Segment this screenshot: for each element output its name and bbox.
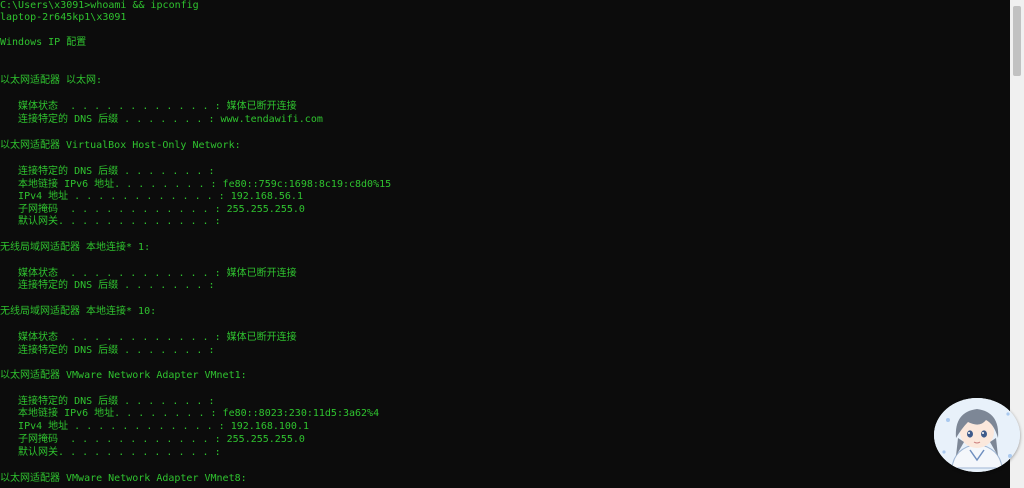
console-line: 默认网关. . . . . . . . . . . . . : <box>0 447 221 458</box>
console-line: 子网掩码 . . . . . . . . . . . . : 255.255.2… <box>0 434 305 445</box>
console-line: Windows IP 配置 <box>0 37 87 48</box>
console-line: 连接特定的 DNS 后缀 . . . . . . . : www.tendawi… <box>0 114 323 125</box>
scrollbar-thumb[interactable] <box>1013 6 1021 76</box>
console-line: 媒体状态 . . . . . . . . . . . . : 媒体已断开连接 <box>0 101 297 112</box>
console-line: 媒体状态 . . . . . . . . . . . . : 媒体已断开连接 <box>0 268 297 279</box>
console-line: C:\Users\x3091>whoami && ipconfig <box>0 0 199 11</box>
console-line: IPv4 地址 . . . . . . . . . . . . : 192.16… <box>0 421 309 432</box>
console-line: 本地链接 IPv6 地址. . . . . . . . : fe80::759c… <box>0 179 392 190</box>
console-line: IPv4 地址 . . . . . . . . . . . . : 192.16… <box>0 191 303 202</box>
console-line: 无线局域网适配器 本地连接* 1: <box>0 242 151 253</box>
console-line: laptop-2r645kp1\x3091 <box>0 12 127 23</box>
console-line: 本地链接 IPv6 地址. . . . . . . . : fe80::8023… <box>0 408 380 419</box>
console-line: 连接特定的 DNS 后缀 . . . . . . . : <box>0 396 215 407</box>
anime-avatar-icon[interactable] <box>934 398 1020 472</box>
console-line: 连接特定的 DNS 后缀 . . . . . . . : <box>0 280 215 291</box>
console-line: 媒体状态 . . . . . . . . . . . . : 媒体已断开连接 <box>0 332 297 343</box>
console-line: 子网掩码 . . . . . . . . . . . . : 255.255.2… <box>0 204 305 215</box>
console-line: 以太网适配器 VMware Network Adapter VMnet1: <box>0 370 247 381</box>
console-line: 以太网适配器 VirtualBox Host-Only Network: <box>0 140 241 151</box>
console-line: 无线局域网适配器 本地连接* 10: <box>0 306 157 317</box>
console-line: 以太网适配器 以太网: <box>0 75 103 86</box>
console-line: 连接特定的 DNS 后缀 . . . . . . . : <box>0 345 215 356</box>
console-line: 以太网适配器 VMware Network Adapter VMnet8: <box>0 473 247 484</box>
console-output[interactable]: C:\Users\x3091>whoami && ipconfig laptop… <box>0 0 1010 488</box>
console-line: 默认网关. . . . . . . . . . . . . : <box>0 216 221 227</box>
console-line: 连接特定的 DNS 后缀 . . . . . . . : <box>0 166 215 177</box>
